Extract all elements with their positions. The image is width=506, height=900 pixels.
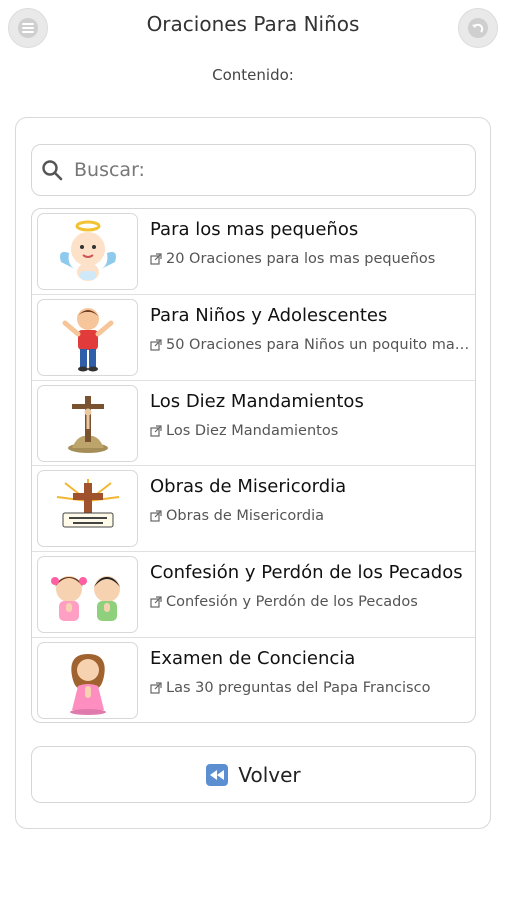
praying-girl-icon bbox=[37, 642, 138, 720]
volver-label: Volver bbox=[238, 762, 301, 787]
baby-angel-icon bbox=[37, 213, 138, 290]
volver-button[interactable]: Volver bbox=[31, 746, 476, 803]
item-subtitle: Confesión y Perdón de los Pecados bbox=[150, 594, 470, 610]
praying-children-icon bbox=[37, 556, 138, 634]
external-link-icon bbox=[150, 596, 162, 608]
item-subtitle: Los Diez Mandamientos bbox=[150, 423, 470, 439]
item-title: Para Niños y Adolescentes bbox=[150, 304, 388, 326]
list-item[interactable]: Para Niños y Adolescentes 50 Oraciones p… bbox=[32, 295, 475, 381]
item-subtitle: Obras de Misericordia bbox=[150, 508, 470, 524]
item-subtitle: 20 Oraciones para los mas pequeños bbox=[150, 251, 470, 267]
external-link-icon bbox=[150, 425, 162, 437]
circular-back-arrow-icon bbox=[468, 18, 488, 38]
external-link-icon bbox=[150, 510, 162, 523]
page-title: Oraciones Para Niños bbox=[146, 12, 360, 36]
item-title: Examen de Conciencia bbox=[150, 648, 356, 670]
top-bar: Oraciones Para Niños bbox=[0, 0, 506, 58]
item-title: Los Diez Mandamientos bbox=[150, 390, 364, 412]
crucifix-icon bbox=[37, 384, 138, 462]
content-label: Contenido: bbox=[212, 66, 294, 84]
prayer-list: Para los mas pequeños 20 Oraciones para … bbox=[31, 208, 476, 723]
rewind-icon bbox=[206, 763, 229, 786]
list-item[interactable]: Examen de Conciencia Las 30 preguntas de… bbox=[32, 638, 475, 722]
search-input[interactable] bbox=[72, 158, 446, 182]
item-subtitle: Las 30 preguntas del Papa Francisco bbox=[150, 680, 470, 696]
list-item[interactable]: Para los mas pequeños 20 Oraciones para … bbox=[32, 209, 475, 295]
search-box[interactable] bbox=[31, 144, 476, 196]
list-item[interactable]: Los Diez Mandamientos Los Diez Mandamien… bbox=[32, 381, 475, 467]
list-item[interactable]: Obras de Misericordia Obras de Misericor… bbox=[32, 466, 475, 553]
external-link-icon bbox=[150, 682, 162, 694]
item-subtitle: 50 Oraciones para Niños un poquito mas g… bbox=[150, 337, 470, 353]
content-panel: Para los mas pequeños 20 Oraciones para … bbox=[15, 117, 491, 829]
back-button[interactable] bbox=[458, 8, 498, 48]
list-item[interactable]: Confesión y Perdón de los Pecados Confes… bbox=[32, 552, 475, 639]
search-icon bbox=[42, 160, 63, 181]
cross-sign-icon bbox=[37, 470, 138, 548]
item-title: Obras de Misericordia bbox=[150, 476, 347, 498]
external-link-icon bbox=[150, 339, 162, 351]
boy-waving-icon bbox=[37, 298, 138, 376]
item-title: Para los mas pequeños bbox=[150, 219, 359, 240]
external-link-icon bbox=[150, 253, 162, 265]
item-title: Confesión y Perdón de los Pecados bbox=[150, 562, 463, 584]
